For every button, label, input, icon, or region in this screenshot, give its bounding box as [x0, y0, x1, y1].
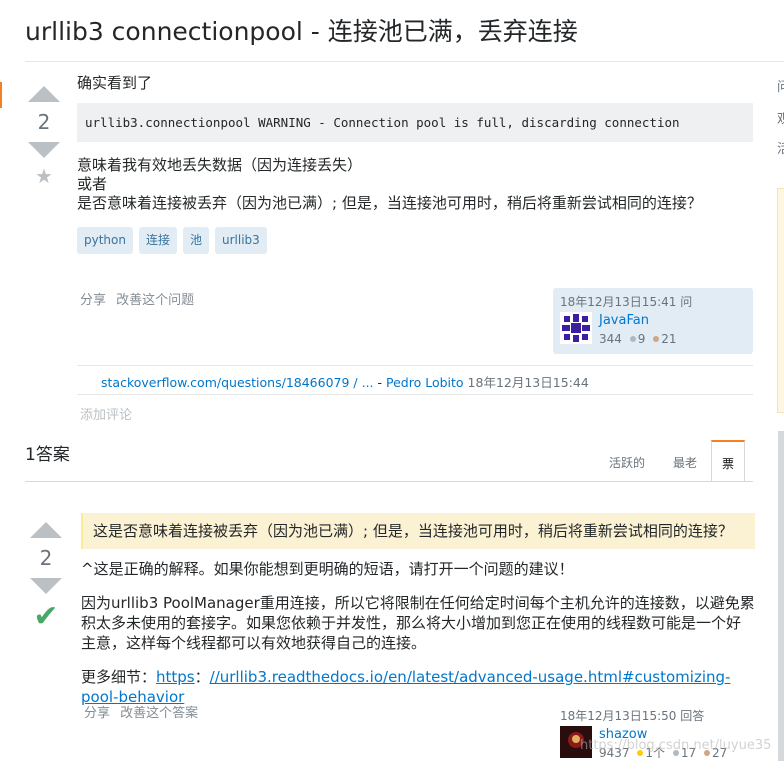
answerer-user-card: 18年12月13日15:50 回答 shazow 9437 1个 17 27	[553, 702, 753, 768]
share-link[interactable]: 分享	[84, 706, 110, 721]
bronze-badge-icon	[653, 336, 660, 342]
tag-connection[interactable]: 连接	[138, 227, 177, 254]
asked-time: 18年12月13日15:41 问	[560, 295, 693, 309]
add-comment-link[interactable]: 添加评论	[80, 404, 132, 423]
question-vote-count: 2	[37, 110, 51, 134]
comment-time: 18年12月13日15:44	[467, 375, 589, 390]
comment: stackoverflow.com/questions/18466079 / .…	[77, 365, 753, 395]
downvote-arrow-icon[interactable]	[28, 142, 60, 158]
tag-list: python 连接 池 urllib3	[77, 227, 757, 254]
answer-paragraph: 因为urllib3 PoolManager重用连接，所以它将限制在任何给定时间每…	[81, 594, 755, 652]
sidebar-item: 问	[777, 80, 784, 95]
silver-badge-count: 9	[637, 332, 646, 346]
comment-author[interactable]: Pedro Lobito	[386, 375, 464, 390]
sidebar-scroll-bar[interactable]	[778, 431, 784, 761]
share-link[interactable]: 分享	[80, 293, 106, 308]
code-block: urllib3.connectionpool WARNING - Connect…	[77, 103, 753, 142]
answered-time: 18年12月13日15:50 回答	[560, 709, 705, 723]
reputation-score: 344	[599, 332, 622, 346]
accepted-check-icon: ✔	[33, 599, 59, 634]
watermark: https://blog.csdn.net/luyue35	[580, 738, 772, 753]
answer-more-details: 更多细节：https：//urllib3.readthedocs.io/en/l…	[81, 667, 755, 707]
tag-pool[interactable]: 池	[183, 227, 210, 254]
tag-urllib3[interactable]: urllib3	[215, 227, 267, 254]
user-avatar[interactable]	[560, 312, 592, 344]
docs-link-scheme[interactable]: https	[156, 668, 195, 686]
upvote-arrow-icon[interactable]	[28, 86, 60, 102]
question-post-menu: 分享 改善这个问题	[80, 289, 200, 308]
asker-user-card: 18年12月13日15:41 问 JavaFan 344 9 21	[553, 288, 753, 354]
tabs-divider	[25, 481, 753, 482]
answer-body: 这是否意味着连接被丢弃（因为池已满）; 但是，当连接池可用时，稍后将重新尝试相同…	[81, 513, 755, 721]
comment-link[interactable]: stackoverflow.com/questions/18466079 / .…	[101, 375, 374, 390]
asker-username[interactable]: JavaFan	[599, 313, 649, 328]
asker-reputation: 344 9 21	[599, 332, 676, 346]
answer-vote-count: 2	[39, 546, 53, 570]
sidebar-item: 观	[777, 112, 784, 127]
improve-answer-link[interactable]: 改善这个答案	[120, 706, 198, 721]
answers-count-heading: 1答案	[25, 445, 70, 465]
question-line: 或者	[77, 175, 108, 193]
silver-badge-icon	[629, 336, 636, 342]
sidebar-item: 活	[777, 142, 784, 157]
tab-active[interactable]: 活跃的	[595, 440, 659, 482]
answer-blockquote: 这是否意味着连接被丢弃（因为池已满）; 但是，当连接池可用时，稍后将重新尝试相同…	[81, 513, 755, 549]
page-title: urllib3 connectionpool - 连接池已满，丢弃连接	[25, 17, 578, 46]
question-vote-cell: 2 ★	[24, 86, 64, 188]
sidebar-notice-box	[777, 188, 784, 413]
tag-python[interactable]: python	[77, 227, 133, 254]
more-details-label: 更多细节：	[81, 668, 157, 686]
link-colon: ：	[194, 668, 210, 686]
comment-separator: -	[373, 375, 386, 390]
title-divider	[25, 61, 784, 62]
question-body: 确实看到了 urllib3.connectionpool WARNING - C…	[77, 74, 757, 254]
upvote-arrow-icon[interactable]	[30, 522, 62, 538]
bronze-badge-count: 21	[661, 332, 677, 346]
question-line: 意味着我有效地丢失数据（因为连接丢失）	[77, 156, 363, 174]
answer-post-menu: 分享 改善这个答案	[84, 702, 204, 721]
answer-paragraph: ^这是正确的解释。如果你能想到更明确的短语，请打开一个问题的建议！	[81, 560, 574, 578]
right-sidebar: 问 观 活	[775, 70, 784, 770]
tab-votes[interactable]: 票	[711, 440, 746, 482]
improve-question-link[interactable]: 改善这个问题	[116, 293, 194, 308]
answer-vote-cell: 2 ✔	[26, 522, 66, 632]
answer-sort-tabs: 活跃的 最老 票	[595, 440, 746, 482]
question-line: 是否意味着连接被丢弃（因为池已满）; 但是，当连接池可用时，稍后将重新尝试相同的…	[77, 194, 702, 212]
accent-marker	[0, 82, 2, 108]
downvote-arrow-icon[interactable]	[30, 578, 62, 594]
tab-oldest[interactable]: 最老	[659, 440, 711, 482]
question-intro: 确实看到了	[77, 74, 153, 92]
favorite-star-icon[interactable]: ★	[24, 164, 64, 188]
